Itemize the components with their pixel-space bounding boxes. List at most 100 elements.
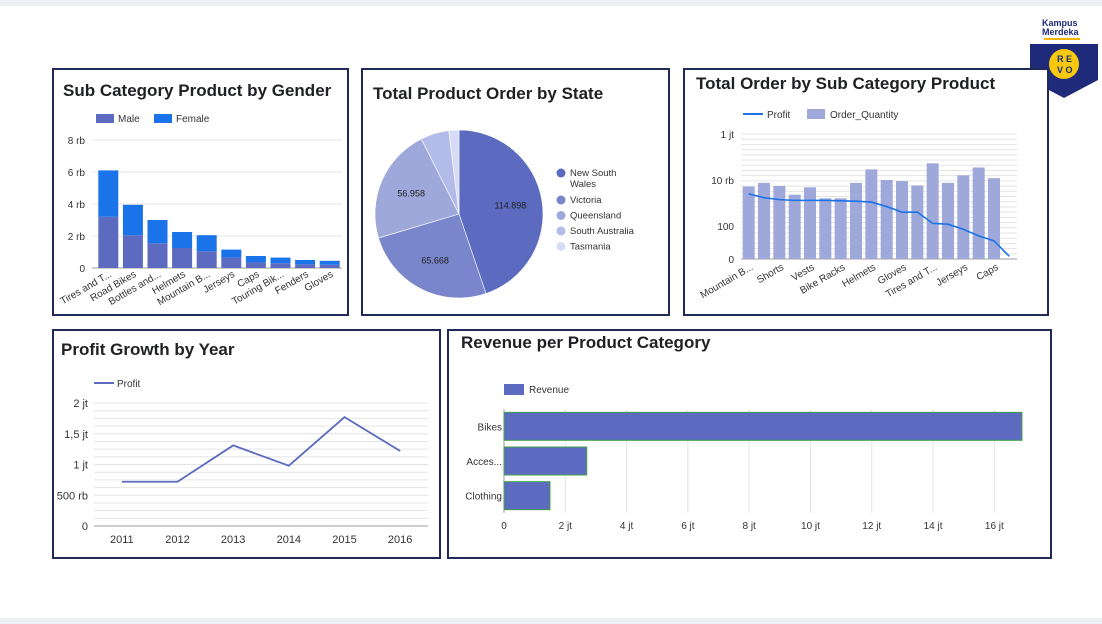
x-tick-label: 2013: [221, 534, 245, 546]
legend-label-profit: Profit: [117, 379, 141, 390]
order-chart-panel: Total Order by Sub Category Product Prof…: [683, 68, 1049, 316]
y-tick-label: 1 jt: [721, 130, 735, 141]
gender-chart-svg: Male Female02 rb4 rb6 rb8 rbTires and T..…: [59, 114, 342, 308]
y-tick-label: 2 rb: [68, 232, 86, 243]
pie-value-label: 114.898: [494, 201, 526, 211]
x-tick-label: 12 jt: [862, 521, 881, 532]
legend-swatch: [556, 226, 566, 236]
legend-label: Victoria: [570, 195, 602, 206]
y-tick-label: 2 jt: [73, 398, 88, 410]
y-tick-label: 4 rb: [68, 200, 86, 211]
legend-label: South Australia: [570, 226, 635, 237]
bar-female: [319, 260, 340, 265]
bar-female: [295, 260, 316, 265]
x-tick-label: Shorts: [755, 262, 786, 286]
logo-badge-text-right: V O: [1057, 65, 1073, 75]
legend-label-order-quantity: Order_Quantity: [830, 110, 898, 121]
bar-order-quantity: [804, 187, 816, 259]
bar-male: [122, 235, 143, 268]
bar-order-quantity: [819, 198, 832, 259]
x-tick-label: 2 jt: [559, 521, 573, 532]
order-chart-svg: Profit Order_Quantity 0 100 10 rb 1 jt Mountai…: [699, 109, 1017, 301]
bar-male: [172, 248, 193, 268]
gender-chart-panel: Sub Category Product by Gender Male Femal…: [52, 68, 349, 316]
bar-order-quantity: [957, 175, 970, 259]
y-tick-label: 500 rb: [57, 490, 88, 502]
bar-female: [98, 170, 119, 217]
legend-swatch: [556, 195, 566, 205]
bar-male: [245, 262, 266, 268]
y-tick-label: 1 jt: [73, 460, 88, 472]
y-tick-label: Bikes: [478, 422, 502, 433]
legend-label-revenue: Revenue: [529, 385, 569, 396]
y-tick-label: 6 rb: [68, 168, 86, 179]
logo-text-line2: Merdeka: [1042, 27, 1080, 37]
growth-chart-panel: Profit Growth by Year Profit 0 500 rb 1 jt 1…: [52, 329, 441, 559]
x-tick-label: Jerseys: [934, 262, 969, 289]
bar-male: [319, 264, 340, 268]
y-tick-label: 0: [728, 255, 734, 266]
bar-male: [295, 264, 316, 268]
bar-order-quantity: [788, 194, 801, 259]
legend-swatch-male: [96, 114, 114, 123]
state-chart-panel: Total Product Order by State 114.898 65.6…: [361, 68, 670, 316]
y-tick-label: 8 rb: [68, 136, 86, 147]
x-tick-label: Helmets: [841, 262, 878, 290]
state-chart-svg: 114.898 65.668 56.958 New SouthWales Victori…: [374, 129, 635, 299]
bar-female: [196, 235, 217, 252]
bar-female: [221, 249, 242, 258]
legend-label: Tasmania: [570, 242, 611, 253]
bar-revenue: [503, 411, 1023, 441]
x-tick-label: 2016: [388, 534, 412, 546]
bar-female: [245, 256, 266, 263]
x-tick-label: 8 jt: [743, 521, 757, 532]
legend-swatch-revenue: [504, 384, 524, 395]
revenue-chart-svg: Revenue 0 2 jt 4 jt 6 jt 8 jt 10 jt 12 jt 14 jt 1…: [465, 384, 1023, 532]
x-tick-label: 16 jt: [985, 521, 1004, 532]
x-tick-label: 2011: [110, 534, 134, 546]
pie-value-label: 65.668: [421, 255, 449, 265]
bar-order-quantity: [972, 167, 985, 259]
revenue-chart-panel: Revenue per Product Category Revenue 0 2 j…: [447, 329, 1052, 559]
bar-female: [147, 220, 168, 244]
y-tick-label: 100: [717, 222, 734, 233]
legend-label-male: Male: [118, 114, 140, 125]
x-tick-label: 2014: [277, 534, 301, 546]
bar-female: [122, 204, 143, 236]
bar-revenue: [503, 446, 588, 476]
bar-male: [147, 243, 168, 268]
x-tick-label: Caps: [975, 262, 1001, 283]
y-tick-label: 10 rb: [711, 176, 734, 187]
bar-male: [98, 216, 119, 268]
x-tick-label: 2012: [165, 534, 189, 546]
bar-order-quantity: [773, 185, 786, 259]
bar-order-quantity: [758, 182, 770, 259]
legend-swatch: [556, 168, 566, 178]
growth-chart-svg: Profit 0 500 rb 1 jt 1,5 jt 2 jt 2011 2012 2013 2…: [57, 379, 428, 546]
bar-order-quantity: [988, 178, 1000, 259]
x-tick-label: 14 jt: [924, 521, 943, 532]
legend-label: Queensland: [570, 211, 621, 222]
legend-label-profit: Profit: [767, 110, 791, 121]
pie-value-label: 56.958: [397, 188, 425, 198]
y-tick-label: 0: [82, 521, 88, 533]
legend-swatch-female: [154, 114, 172, 123]
legend-label: Wales: [570, 179, 596, 190]
line-profit: [748, 193, 1010, 257]
bar-order-quantity: [742, 186, 755, 259]
y-tick-label: Clothing: [465, 492, 502, 503]
legend-swatch: [556, 211, 566, 220]
x-tick-label: 4 jt: [620, 521, 634, 532]
y-tick-label: 0: [79, 264, 85, 275]
legend-swatch-order-quantity: [807, 109, 825, 119]
legend-label-female: Female: [176, 114, 210, 125]
bar-order-quantity: [926, 163, 939, 259]
bottom-frame-strip: [0, 618, 1102, 624]
y-tick-label: 1,5 jt: [64, 429, 88, 441]
bar-male: [270, 263, 291, 268]
top-frame-strip: [0, 0, 1102, 6]
bar-order-quantity: [942, 182, 954, 259]
bar-male: [221, 257, 242, 268]
bar-order-quantity: [896, 181, 908, 259]
legend-label: New South: [570, 168, 616, 179]
